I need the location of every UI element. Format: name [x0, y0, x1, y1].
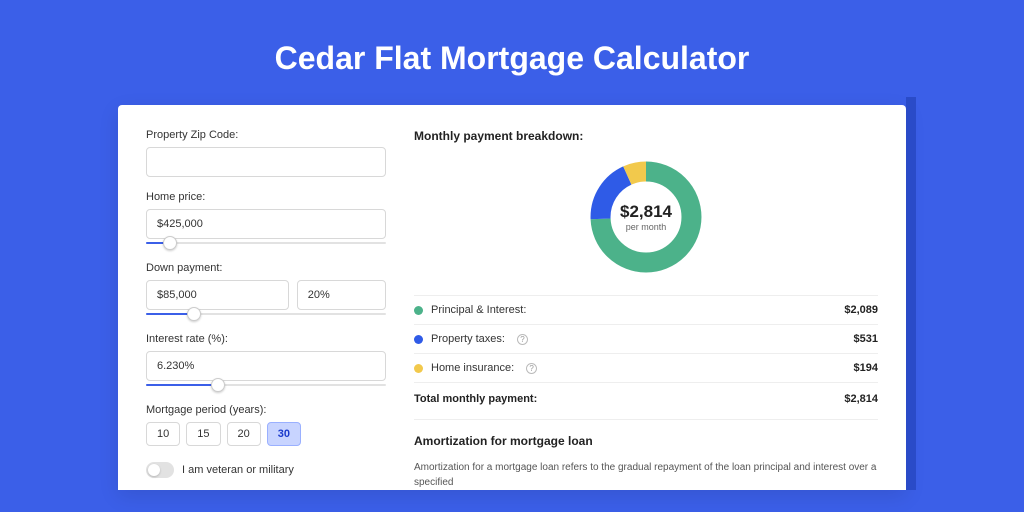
donut-sub: per month [626, 222, 667, 232]
donut-chart: $2,814 per month [414, 157, 878, 277]
down-payment-slider[interactable] [146, 309, 386, 319]
legend-row: Home insurance:? $194 [414, 354, 878, 383]
down-payment-input[interactable] [146, 280, 289, 310]
home-price-slider[interactable] [146, 238, 386, 248]
field-down-payment: Down payment: [146, 262, 386, 319]
period-label: Mortgage period (years): [146, 404, 386, 416]
home-price-label: Home price: [146, 191, 386, 203]
period-button-10[interactable]: 10 [146, 422, 180, 446]
period-button-15[interactable]: 15 [186, 422, 220, 446]
zip-label: Property Zip Code: [146, 129, 386, 141]
period-button-30[interactable]: 30 [267, 422, 301, 446]
breakdown-title: Monthly payment breakdown: [414, 129, 878, 143]
period-button-20[interactable]: 20 [227, 422, 261, 446]
interest-slider[interactable] [146, 380, 386, 390]
field-period: Mortgage period (years): 1015 2030 [146, 404, 386, 446]
field-zip: Property Zip Code: [146, 129, 386, 177]
total-row: Total monthly payment: $2,814 [414, 383, 878, 419]
interest-label: Interest rate (%): [146, 333, 386, 345]
legend-label: Home insurance: [431, 362, 514, 374]
veteran-label: I am veteran or military [182, 464, 294, 476]
legend-dot-icon [414, 335, 423, 344]
legend-label: Property taxes: [431, 333, 505, 345]
breakdown-panel: Monthly payment breakdown: $2,814 per mo… [414, 129, 878, 490]
down-payment-label: Down payment: [146, 262, 386, 274]
legend-dot-icon [414, 364, 423, 373]
legend-value: $531 [854, 333, 878, 345]
down-payment-pct-input[interactable] [297, 280, 386, 310]
legend-dot-icon [414, 306, 423, 315]
zip-input[interactable] [146, 147, 386, 177]
amortization-section: Amortization for mortgage loan Amortizat… [414, 419, 878, 490]
interest-input[interactable] [146, 351, 386, 381]
total-label: Total monthly payment: [414, 393, 537, 405]
legend-value: $194 [854, 362, 878, 374]
veteran-row: I am veteran or military [146, 462, 386, 478]
field-home-price: Home price: [146, 191, 386, 248]
form-panel: Property Zip Code: Home price: Down paym… [146, 129, 386, 490]
veteran-toggle[interactable] [146, 462, 174, 478]
legend-row: Property taxes:? $531 [414, 325, 878, 354]
legend-row: Principal & Interest: $2,089 [414, 296, 878, 325]
help-icon[interactable]: ? [517, 334, 528, 345]
legend-label: Principal & Interest: [431, 304, 526, 316]
help-icon[interactable]: ? [526, 363, 537, 374]
home-price-input[interactable] [146, 209, 386, 239]
field-interest: Interest rate (%): [146, 333, 386, 390]
calculator-card: Property Zip Code: Home price: Down paym… [118, 105, 906, 490]
page-title: Cedar Flat Mortgage Calculator [0, 40, 1024, 77]
breakdown-legend: Principal & Interest: $2,089 Property taxe… [414, 295, 878, 383]
legend-value: $2,089 [844, 304, 878, 316]
amort-title: Amortization for mortgage loan [414, 434, 878, 448]
amort-text: Amortization for a mortgage loan refers … [414, 460, 878, 490]
donut-amount: $2,814 [620, 202, 672, 222]
total-value: $2,814 [844, 393, 878, 405]
